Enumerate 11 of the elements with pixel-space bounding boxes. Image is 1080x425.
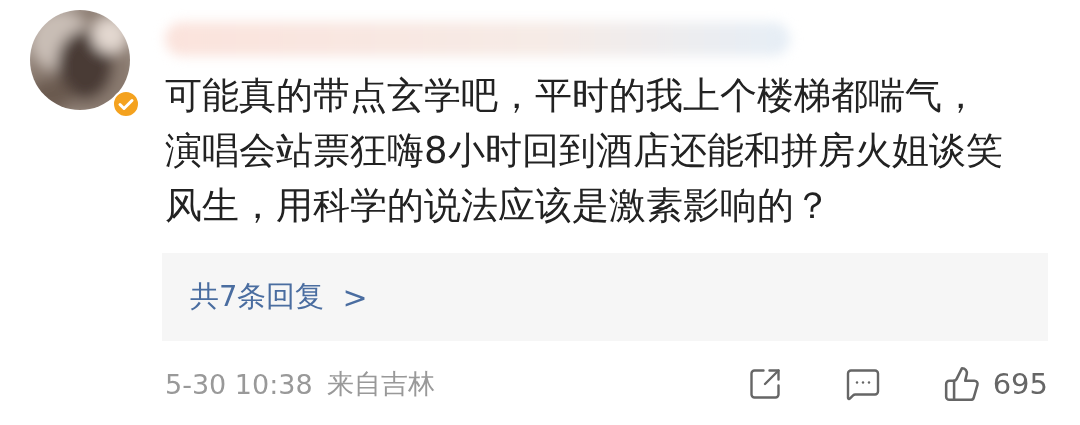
like-icon[interactable] xyxy=(942,365,981,403)
replies-link[interactable]: 共7条回复 xyxy=(190,277,325,317)
comment-text: 可能真的带点玄学吧，平时的我上个楼梯都喘气， xyxy=(165,73,980,119)
comment-location: 来自吉林 xyxy=(326,367,435,401)
like-count: 695 xyxy=(992,367,1048,401)
replies-panel[interactable]: 共7条回复 > xyxy=(162,253,1048,341)
comment-icon[interactable] xyxy=(844,366,881,402)
comment-text: 风生，用科学的说法应该是激素影响的？ xyxy=(165,183,832,229)
chevron-icon: > xyxy=(342,279,368,315)
comment-text: 演唱会站票狂嗨8小时回到酒店还能和拼房火姐谈笑 xyxy=(165,128,1004,174)
comment-time: 5-30 10:38 xyxy=(165,368,313,400)
